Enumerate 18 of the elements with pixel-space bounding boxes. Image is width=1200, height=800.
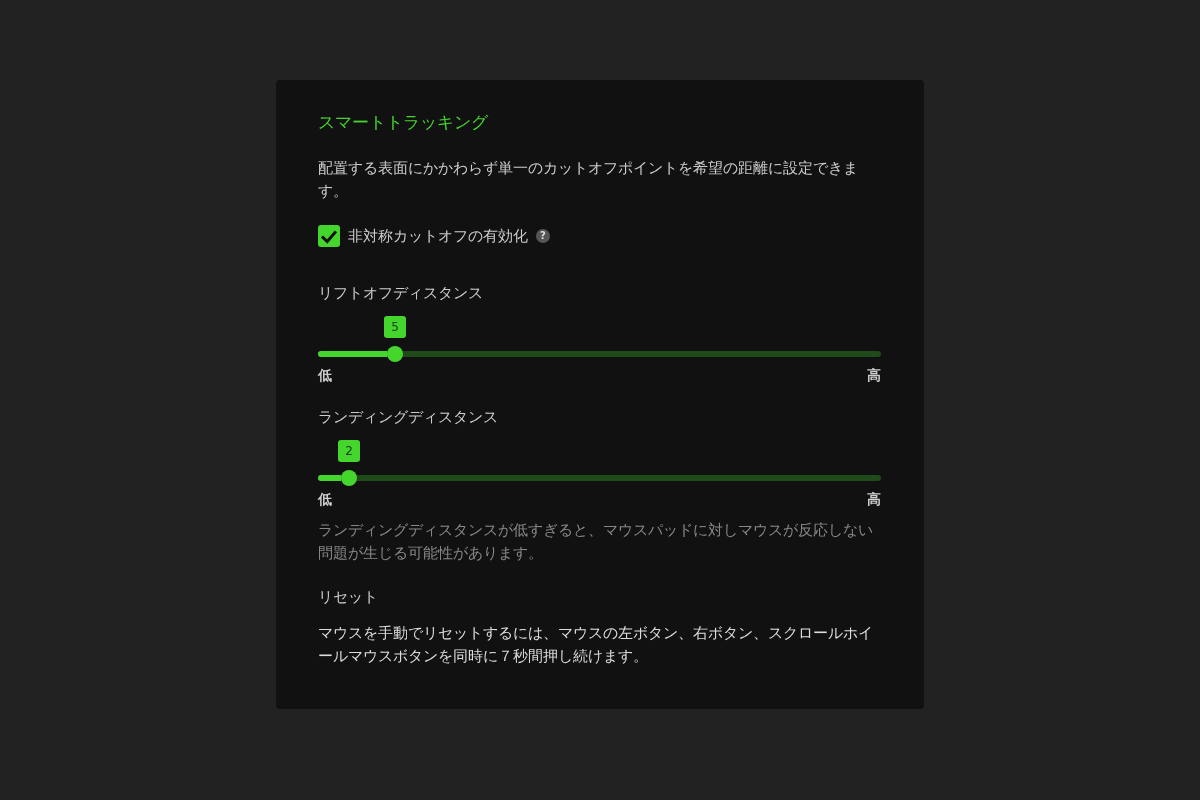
checkbox[interactable] — [318, 225, 340, 247]
reset-instructions: マウスを手動でリセットするには、マウスの左ボタン、右ボタン、スクロールホイールマウスボタンを同時に７秒間押し続けます。 — [318, 623, 874, 667]
description-text: 配置する表面にかかわらず単一のカットオフポイントを希望の距離に設定できます。 — [318, 158, 859, 202]
max-label: 高 — [867, 366, 881, 385]
reset-heading: リセット — [318, 587, 379, 608]
slider-label: リフトオフディスタンス — [318, 283, 484, 304]
checkbox-label: 非対称カットオフの有効化 — [348, 226, 528, 247]
slider-label: ランディングディスタンス — [318, 407, 499, 428]
value-tooltip: 2 — [337, 440, 360, 462]
section-title: スマートトラッキング — [318, 111, 489, 134]
help-icon[interactable]: ? — [536, 229, 550, 243]
min-label: 低 — [318, 490, 332, 509]
min-label: 低 — [318, 366, 332, 385]
slider-thumb[interactable] — [387, 346, 404, 362]
value-tooltip: 5 — [384, 316, 407, 338]
warning-text: ランディングディスタンスが低すぎると、マウスパッドに対しマウスが反応しない問題が生じる可能性があります。 — [318, 520, 874, 564]
slider-thumb[interactable] — [340, 470, 357, 486]
max-label: 高 — [867, 490, 881, 509]
